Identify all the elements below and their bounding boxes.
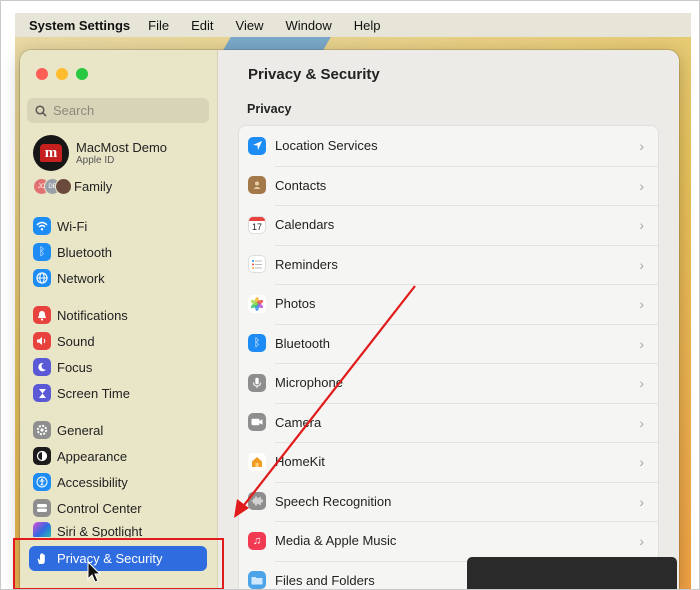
- annotation-arrow: [87, 285, 416, 583]
- mouse-cursor-icon: [87, 560, 102, 583]
- screenshot-frame: System Settings File Edit View Window He…: [0, 0, 700, 590]
